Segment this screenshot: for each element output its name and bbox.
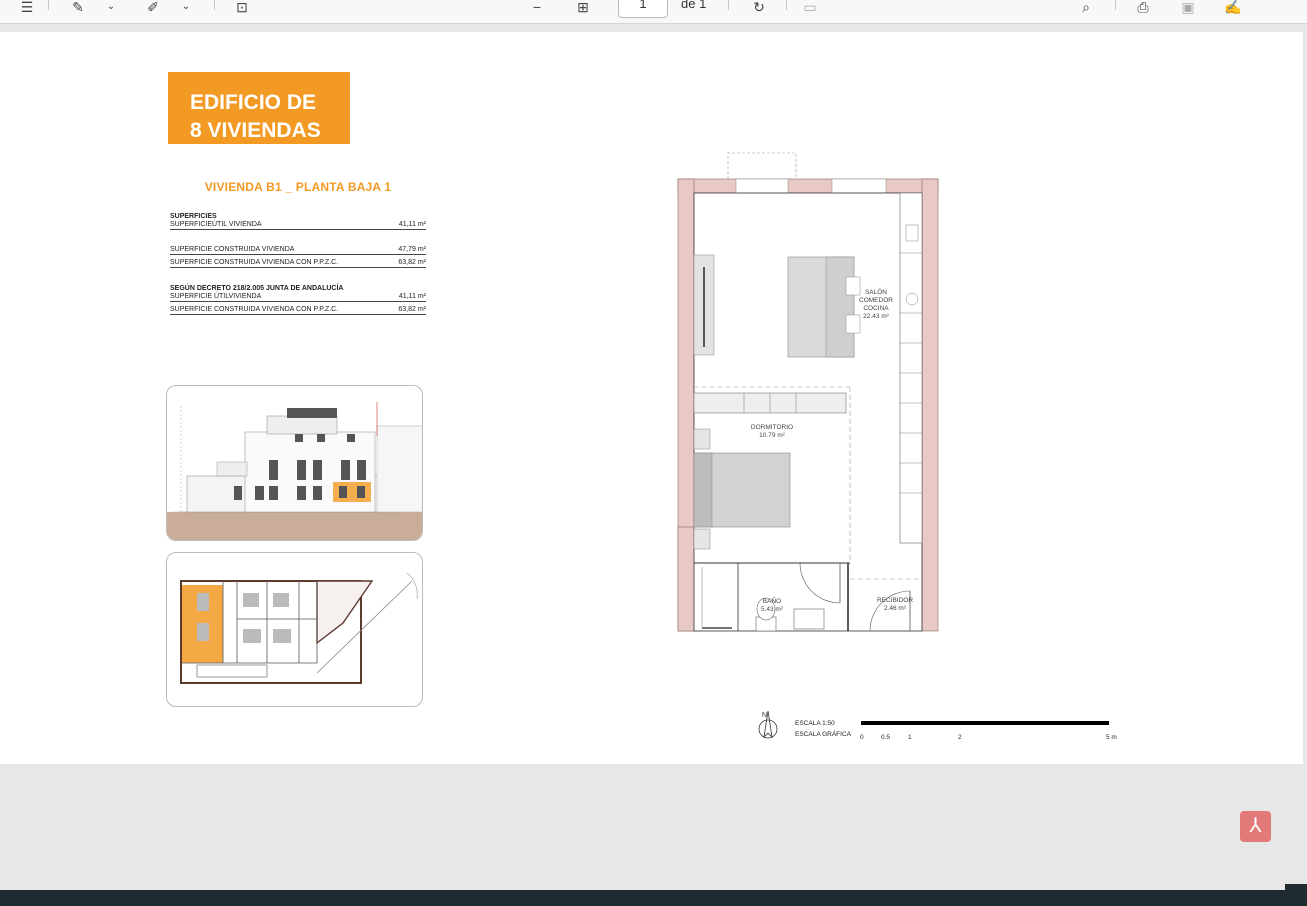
page-view-icon[interactable]: ▭: [800, 0, 820, 14]
scale-tick: 5 m: [1106, 734, 1117, 741]
decree-heading: SEGÚN DECRETO 218/2.005 JUNTA DE ANDALUC…: [170, 285, 344, 292]
page-number-input[interactable]: 1: [618, 0, 668, 18]
label-comedor: COMEDOR: [859, 297, 893, 304]
chevron-down-icon[interactable]: ⌄: [105, 0, 117, 14]
row-value: 41,11 m²: [398, 293, 426, 300]
page-count-label: de 1: [681, 0, 707, 11]
rotate-icon[interactable]: ↻: [750, 0, 768, 14]
chevron-down-icon[interactable]: ⌄: [180, 0, 192, 14]
scale-legend: N ESCALA 1:50 ESCALA GRÁFICA 0 0.5 1 2 5…: [754, 707, 1124, 747]
pdf-badge-icon[interactable]: ⅄: [1240, 811, 1271, 842]
pdf-toolbar: ☰ ✎ ⌄ ✐ ⌄ ⊡ − ⊞ 1 de 1 ↻ ▭ ⌕ ⎙ ▣ ✍: [0, 0, 1307, 24]
row-label: SUPERFICIEÚTIL VIVIENDA: [170, 221, 262, 228]
row-label: SUPERFICIE CONSTRUIDA VIVIENDA: [170, 246, 295, 253]
scale-tick: 0.5: [881, 734, 891, 741]
unit-subtitle: VIVIENDA B1 _ PLANTA BAJA 1: [204, 180, 392, 194]
label-cocina: COCINA: [863, 305, 889, 312]
fit-page-icon[interactable]: ⊞: [572, 0, 594, 14]
scale-ratio: ESCALA 1:50: [795, 720, 835, 727]
zoom-out-icon[interactable]: −: [530, 0, 544, 14]
scale-tick: 1: [908, 734, 912, 741]
highlight-icon[interactable]: ✐: [145, 0, 161, 14]
table-row: SUPERFICIE CONSTRUIDA VIVIENDA CON P.P.Z…: [170, 305, 426, 315]
row-label: SUPERFICIE CONSTRUIDA VIVIENDA CON P.P.Z…: [170, 259, 339, 266]
title-line-1: EDIFICIO DE: [190, 91, 317, 114]
area-dormitorio: 10.79 m²: [759, 432, 785, 439]
table-row: SUPERFICIE ÚTILVIVIENDA 41,11 m²: [170, 292, 426, 302]
table-row: SUPERFICIEÚTIL VIVIENDA 41,11 m²: [170, 220, 426, 230]
area-salon: 22.43 m²: [863, 313, 889, 320]
label-recibidor: RECIBIDOR: [877, 597, 913, 604]
surfaces-heading: SUPERFICIES: [170, 213, 217, 220]
surfaces-table: SUPERFICIES SUPERFICIEÚTIL VIVIENDA 41,1…: [170, 213, 426, 268]
area-recibidor: 2.46 m²: [884, 605, 907, 612]
print-icon[interactable]: ⎙: [1132, 0, 1154, 14]
row-value: 47,79 m²: [398, 246, 426, 253]
scale-graphic-label: ESCALA GRÁFICA: [795, 731, 851, 738]
toolbar-separator: [786, 0, 787, 10]
taskbar: [0, 890, 1307, 906]
area-bano: 5.43 m²: [761, 606, 784, 613]
north-label: N: [762, 712, 767, 719]
scale-tick: 2: [958, 734, 962, 741]
main-floor-plan: SALÓN COMEDOR COCINA 22.43 m² DORMITORIO…: [677, 152, 939, 632]
table-row: SUPERFICIE CONSTRUIDA VIVIENDA CON P.P.Z…: [170, 258, 426, 268]
toolbar-separator: [1115, 0, 1116, 10]
row-value: 41,11 m²: [398, 221, 426, 228]
pdf-page: EDIFICIO DE 8 VIVIENDAS VIVIENDA B1 _ PL…: [0, 32, 1303, 764]
table-row: SUPERFICIE CONSTRUIDA VIVIENDA 47,79 m²: [170, 245, 426, 255]
label-dormitorio: DORMITORIO: [751, 424, 793, 431]
row-label: SUPERFICIE ÚTILVIVIENDA: [170, 293, 262, 300]
floor-plan-thumbnail: [166, 552, 423, 707]
scale-bar: [861, 721, 1109, 725]
row-label: SUPERFICIE CONSTRUIDA VIVIENDA CON P.P.Z…: [170, 306, 339, 313]
list-icon[interactable]: ☰: [18, 0, 36, 14]
text-box-icon[interactable]: ⊡: [232, 0, 252, 14]
scale-tick: 0: [860, 734, 864, 741]
toolbar-separator: [728, 0, 729, 10]
north-arrow-icon: N: [758, 710, 778, 739]
document-title: EDIFICIO DE 8 VIVIENDAS: [168, 72, 350, 144]
search-icon[interactable]: ⌕: [1076, 0, 1096, 14]
row-value: 63,82 m²: [398, 259, 426, 266]
save-as-icon[interactable]: ✍: [1222, 0, 1244, 14]
toolbar-separator: [48, 0, 49, 10]
label-salon: SALÓN: [865, 287, 887, 296]
row-value: 63,82 m²: [398, 306, 426, 313]
facade-elevation-thumbnail: [166, 385, 423, 541]
save-icon[interactable]: ▣: [1178, 0, 1198, 14]
decree-table: SEGÚN DECRETO 218/2.005 JUNTA DE ANDALUC…: [170, 285, 426, 315]
title-line-2: 8 VIVIENDAS: [190, 119, 321, 142]
toolbar-separator: [214, 0, 215, 10]
draw-icon[interactable]: ✎: [70, 0, 86, 14]
label-bano: BAÑO: [763, 596, 781, 605]
